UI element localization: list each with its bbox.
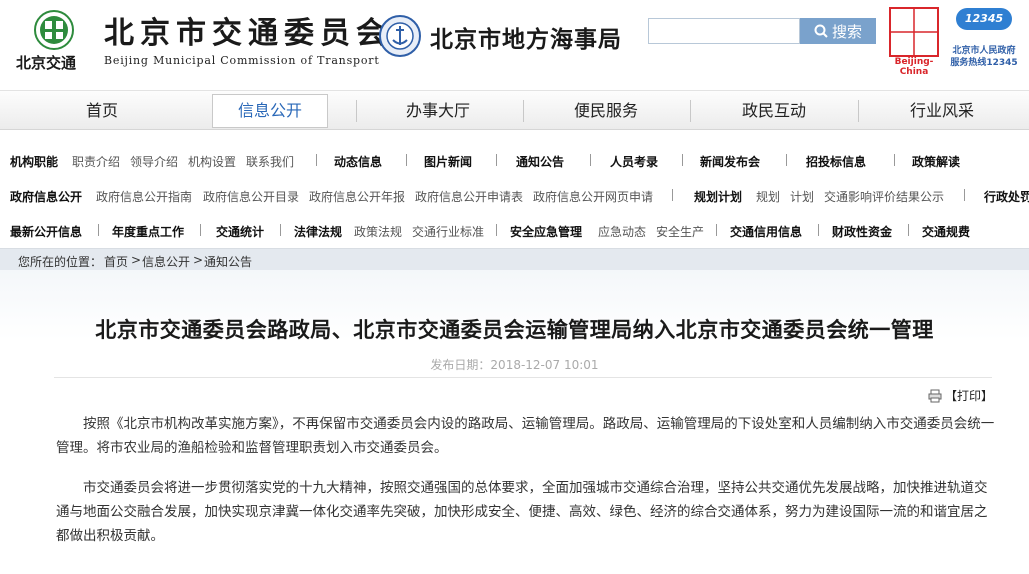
subnav-link[interactable]: 应急动态 — [598, 223, 646, 240]
subnav-divider — [672, 189, 673, 201]
subnav-link[interactable]: 政府信息公开申请表 — [415, 188, 523, 205]
logo-text: 北京交通 — [16, 54, 77, 72]
subnav-group-title[interactable]: 规划计划 — [694, 188, 742, 205]
nav-industry[interactable]: 行业风采 — [862, 91, 1022, 131]
print-link[interactable]: 【打印】 — [928, 387, 993, 404]
subnav-item[interactable]: 新闻发布会 — [700, 153, 760, 170]
org-name-en: Beijing Municipal Commission of Transpor… — [104, 54, 380, 67]
hotline-number: 12345 — [956, 8, 1012, 30]
subnav-item[interactable]: 图片新闻 — [424, 153, 472, 170]
subnav-item[interactable]: 年度重点工作 — [112, 223, 184, 240]
search-icon — [814, 24, 828, 38]
subnav-link[interactable]: 政府信息公开指南 — [96, 188, 192, 205]
subnav-row: 机构职能 职责介绍 领导介绍 机构设置 联系我们 动态信息 图片新闻 通知公告 … — [0, 142, 1029, 178]
subnav-item[interactable]: 交通统计 — [216, 223, 264, 240]
breadcrumb-notice[interactable]: 通知公告 — [204, 253, 252, 270]
subnav-link[interactable]: 政府信息公开目录 — [203, 188, 299, 205]
nav-interaction[interactable]: 政民互动 — [694, 91, 854, 131]
article: 北京市交通委员会路政局、北京市交通委员会运输管理局纳入北京市交通委员会统一管理 … — [0, 270, 1029, 574]
nav-divider — [356, 100, 357, 122]
capital-window-badge[interactable]: Beijing-China — [886, 6, 942, 77]
breadcrumb-sep: > — [131, 253, 142, 267]
capital-window-label: Beijing-China — [894, 57, 934, 77]
subnav-item[interactable]: 财政性资金 — [832, 223, 892, 240]
breadcrumb-sep: > — [193, 253, 204, 267]
subnav-link[interactable]: 交通行业标准 — [412, 223, 484, 240]
search-button-label: 搜索 — [831, 23, 862, 41]
divider — [54, 377, 992, 378]
subnav-link[interactable]: 计划 — [790, 188, 814, 205]
subnav-divider — [682, 154, 683, 166]
article-title: 北京市交通委员会路政局、北京市交通委员会运输管理局纳入北京市交通委员会统一管理 — [95, 318, 934, 342]
capital-window-icon — [889, 7, 939, 57]
subnav-item[interactable]: 通知公告 — [516, 153, 564, 170]
subnav-link[interactable]: 规划 — [756, 188, 780, 205]
subnav-item[interactable]: 政策解读 — [912, 153, 960, 170]
subnav-item[interactable]: 最新公开信息 — [10, 223, 82, 240]
nav-home[interactable]: 首页 — [14, 91, 190, 131]
nav-divider — [690, 100, 691, 122]
subnav-link[interactable]: 领导介绍 — [130, 153, 178, 170]
subnav-group-title[interactable]: 法律法规 — [294, 223, 342, 240]
subnav-link[interactable]: 联系我们 — [246, 153, 294, 170]
subnav-divider — [98, 224, 99, 236]
subnav-row: 政府信息公开 政府信息公开指南 政府信息公开目录 政府信息公开年报 政府信息公开… — [0, 177, 1029, 213]
main-nav: 首页 信息公开 办事大厅 便民服务 政民互动 行业风采 — [0, 90, 1029, 130]
article-paragraph: 市交通委员会将进一步贯彻落实党的十九大精神，按照交通强国的总体要求，全面加强城市… — [56, 480, 988, 544]
subnav-divider — [496, 224, 497, 236]
subnav-group-title[interactable]: 机构职能 — [10, 153, 58, 170]
subnav-group-title[interactable]: 安全应急管理 — [510, 223, 582, 240]
search-button[interactable]: 搜索 — [800, 18, 876, 44]
subnav-item[interactable]: 交通规费 — [922, 223, 970, 240]
subnav-divider — [908, 224, 909, 236]
subnav-item[interactable]: 交通信用信息 — [730, 223, 802, 240]
subnav-divider — [964, 189, 965, 201]
breadcrumb-prefix: 您所在的位置： — [18, 255, 103, 269]
subnav-link[interactable]: 机构设置 — [188, 153, 236, 170]
subnav-link[interactable]: 政府信息公开网页申请 — [533, 188, 653, 205]
breadcrumb-home[interactable]: 首页 — [104, 253, 128, 270]
printer-icon — [928, 389, 942, 402]
subnav-group-title[interactable]: 政府信息公开 — [10, 188, 82, 205]
subnav-item[interactable]: 动态信息 — [334, 153, 382, 170]
sub-nav: 机构职能 职责介绍 领导介绍 机构设置 联系我们 动态信息 图片新闻 通知公告 … — [0, 140, 1029, 248]
subnav-link[interactable]: 交通影响评价结果公示 — [824, 188, 944, 205]
hotline-badge[interactable]: 12345 北京市人民政府 服务热线12345 — [944, 6, 1024, 70]
nav-info-disclosure[interactable]: 信息公开 — [212, 94, 328, 128]
subnav-link[interactable]: 政策法规 — [354, 223, 402, 240]
subnav-divider — [818, 224, 819, 236]
nav-divider — [858, 100, 859, 122]
subnav-link[interactable]: 政府信息公开年报 — [309, 188, 405, 205]
subnav-divider — [496, 154, 497, 166]
org-name-cn: 北京市交通委员会 — [104, 16, 392, 51]
maritime-emblem-icon[interactable] — [378, 14, 422, 58]
article-date: 发布日期：2018-12-07 10:01 — [430, 358, 599, 372]
nav-divider — [523, 100, 524, 122]
site-header: 北京交通 北京市交通委员会 Beijing Municipal Commissi… — [0, 0, 1029, 90]
subnav-divider — [716, 224, 717, 236]
breadcrumb: 您所在的位置： 首页 > 信息公开 > 通知公告 — [0, 248, 1029, 270]
subnav-group-title[interactable]: 行政处罚 — [984, 188, 1029, 205]
hotline-line2: 服务热线12345 — [950, 58, 1018, 68]
print-label: 【打印】 — [945, 389, 994, 403]
search-input[interactable] — [648, 18, 800, 44]
subnav-item[interactable]: 招投标信息 — [806, 153, 866, 170]
breadcrumb-info[interactable]: 信息公开 — [142, 253, 190, 270]
subnav-row: 最新公开信息 年度重点工作 交通统计 法律法规 政策法规 交通行业标准 安全应急… — [0, 212, 1029, 248]
subnav-divider — [590, 154, 591, 166]
subnav-item[interactable]: 人员考录 — [610, 153, 658, 170]
subnav-divider — [406, 154, 407, 166]
subnav-divider — [316, 154, 317, 166]
subnav-link[interactable]: 安全生产 — [656, 223, 704, 240]
maritime-org-name: 北京市地方海事局 — [430, 27, 622, 53]
subnav-divider — [200, 224, 201, 236]
nav-service-hall[interactable]: 办事大厅 — [358, 91, 518, 131]
subnav-divider — [786, 154, 787, 166]
article-paragraph: 按照《北京市机构改革实施方案》，不再保留市交通委员会内设的路政局、运输管理局。路… — [56, 416, 995, 456]
subnav-link[interactable]: 职责介绍 — [72, 153, 120, 170]
nav-public-service[interactable]: 便民服务 — [526, 91, 686, 131]
subnav-divider — [280, 224, 281, 236]
subnav-divider — [894, 154, 895, 166]
